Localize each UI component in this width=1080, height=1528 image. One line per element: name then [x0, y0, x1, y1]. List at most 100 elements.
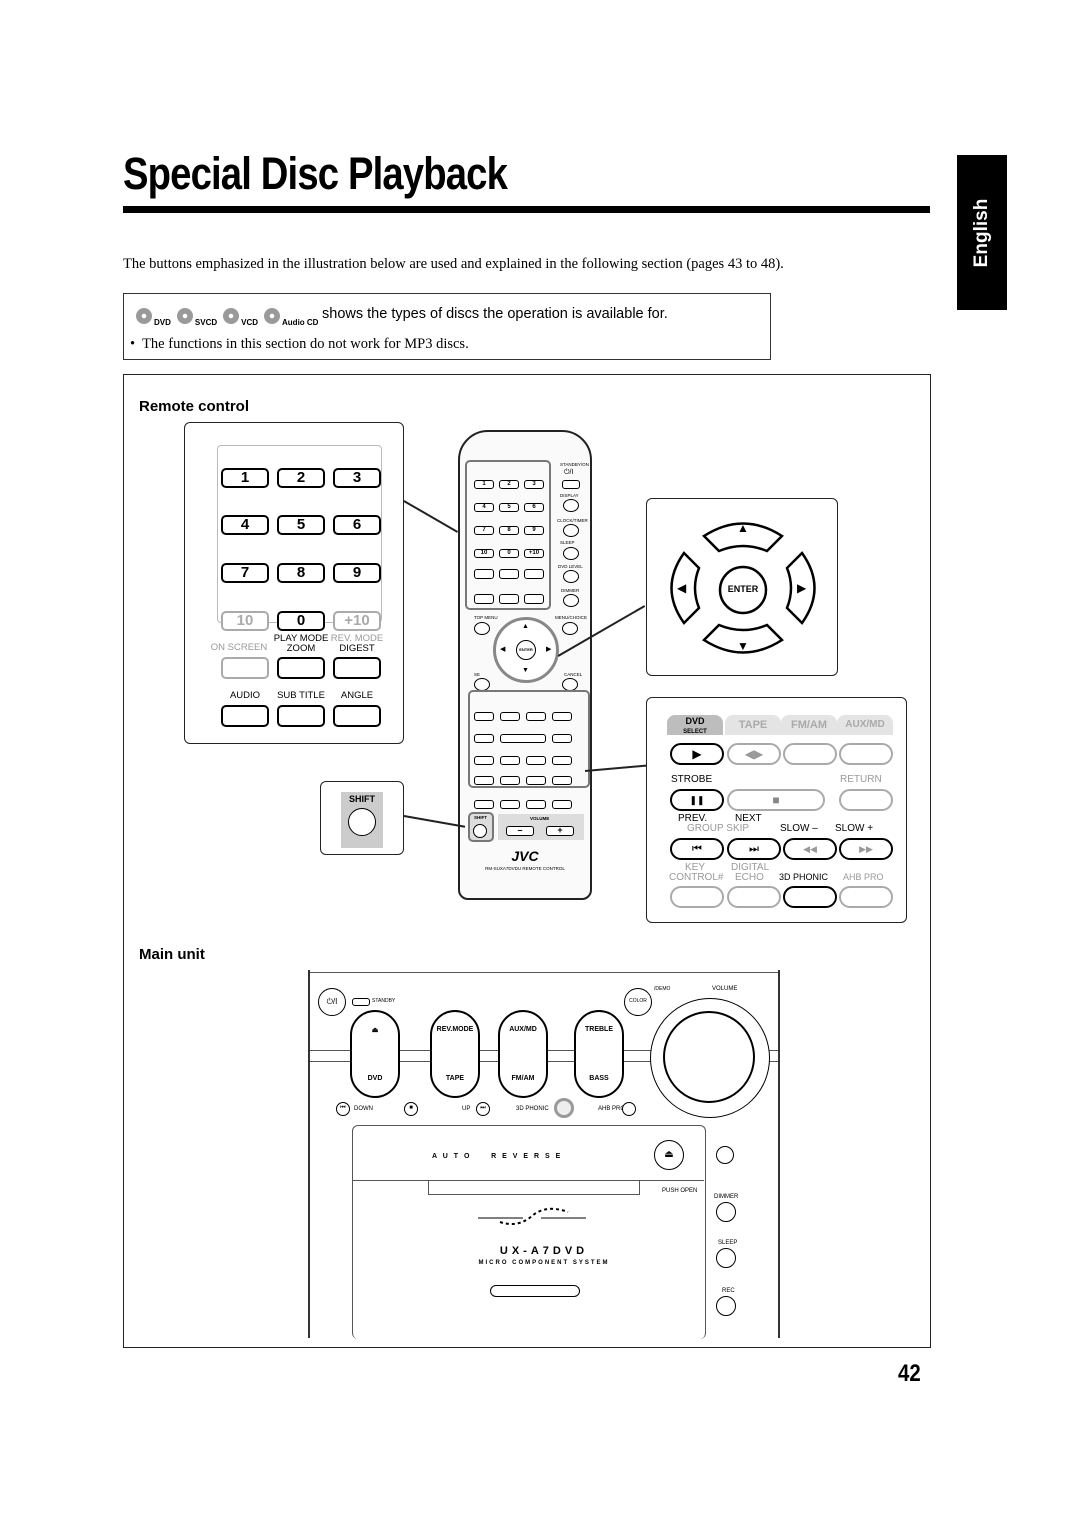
- tape-eject-button[interactable]: ⏏: [654, 1140, 684, 1170]
- remote-digit-7[interactable]: 7: [474, 526, 494, 535]
- rev-mode-tape-button[interactable]: REV.MODE TAPE: [430, 1010, 480, 1098]
- remote-digit-9[interactable]: 9: [524, 526, 544, 535]
- remote-next[interactable]: [500, 756, 520, 765]
- audio-button[interactable]: [221, 705, 269, 727]
- color-button[interactable]: COLOR: [624, 988, 652, 1016]
- digit-0-button[interactable]: 0: [277, 611, 325, 631]
- digit-2-button[interactable]: 2: [277, 468, 325, 488]
- digit-10-button[interactable]: 10: [221, 611, 269, 631]
- remote-digit-8[interactable]: 8: [499, 526, 519, 535]
- stop-button[interactable]: ■: [727, 789, 825, 811]
- remote-top-menu-button[interactable]: [474, 622, 490, 635]
- digital-echo-button[interactable]: [727, 886, 781, 908]
- dvd-eject-button[interactable]: ⏏ DVD: [350, 1010, 400, 1098]
- remote-slow-minus[interactable]: [526, 756, 546, 765]
- remote-extra-3[interactable]: [526, 800, 546, 809]
- 3d-phonic-button[interactable]: [783, 886, 837, 908]
- remote-standby-button[interactable]: [562, 480, 580, 489]
- remote-slow-plus[interactable]: [552, 756, 572, 765]
- remote-fm-am[interactable]: [526, 712, 546, 721]
- remote-extra-4[interactable]: [552, 800, 572, 809]
- remote-angle[interactable]: [524, 594, 544, 604]
- remote-volume-down[interactable]: –: [506, 826, 534, 836]
- remote-pause[interactable]: [474, 734, 494, 743]
- remote-right-arrow-icon[interactable]: ▶: [546, 645, 551, 653]
- remote-menu-choice-button[interactable]: [562, 622, 578, 635]
- fm-am-button[interactable]: [783, 743, 837, 765]
- next-button[interactable]: ⏭: [727, 838, 781, 860]
- remote-digit-6[interactable]: 6: [524, 503, 544, 512]
- remote-dimmer-button[interactable]: [563, 594, 579, 607]
- ahb-pro-unit-button[interactable]: [622, 1102, 636, 1116]
- remote-key-control[interactable]: [474, 776, 494, 785]
- remote-volume-up[interactable]: +: [546, 826, 574, 836]
- remote-extra-2[interactable]: [500, 800, 520, 809]
- remote-digest[interactable]: [524, 569, 544, 579]
- remote-dpad[interactable]: ENTER ▲ ▼ ◀ ▶: [493, 617, 559, 683]
- remote-digit-1[interactable]: 1: [474, 480, 494, 489]
- dimmer-button[interactable]: [716, 1202, 736, 1222]
- zoom-button[interactable]: [277, 657, 325, 679]
- down-button[interactable]: ⏮: [336, 1102, 350, 1116]
- remote-tape[interactable]: [500, 712, 520, 721]
- up-button[interactable]: ⏭: [476, 1102, 490, 1116]
- digit-6-button[interactable]: 6: [333, 515, 381, 535]
- remote-digit-5[interactable]: 5: [499, 503, 519, 512]
- 3d-phonic-unit-button[interactable]: [554, 1098, 574, 1118]
- remote-up-arrow-icon[interactable]: ▲: [522, 623, 529, 630]
- digit-8-button[interactable]: 8: [277, 563, 325, 583]
- dvd-play-button[interactable]: ▶: [670, 743, 724, 765]
- digit-9-button[interactable]: 9: [333, 563, 381, 583]
- digit-1-button[interactable]: 1: [221, 468, 269, 488]
- slow-plus-button[interactable]: ▶▶: [839, 838, 893, 860]
- remote-sub-title[interactable]: [499, 594, 519, 604]
- remote-left-arrow-icon[interactable]: ◀: [500, 645, 505, 653]
- remote-ahb-pro[interactable]: [552, 776, 572, 785]
- aux-md-button[interactable]: [839, 743, 893, 765]
- stop-unit-button[interactable]: ■: [404, 1102, 418, 1116]
- remote-prev[interactable]: [474, 756, 494, 765]
- remote-zoom[interactable]: [499, 569, 519, 579]
- digit-7-button[interactable]: 7: [221, 563, 269, 583]
- slow-minus-button[interactable]: ◀◀: [783, 838, 837, 860]
- remote-digit-0[interactable]: 0: [499, 549, 519, 558]
- remote-aux-md[interactable]: [552, 712, 572, 721]
- plus-10-button[interactable]: +10: [333, 611, 381, 631]
- ahb-pro-button[interactable]: [839, 886, 893, 908]
- shift-button[interactable]: [348, 808, 376, 836]
- digit-3-button[interactable]: 3: [333, 468, 381, 488]
- sub-title-button[interactable]: [277, 705, 325, 727]
- return-button[interactable]: [839, 789, 893, 811]
- remote-audio[interactable]: [474, 594, 494, 604]
- digit-4-button[interactable]: 4: [221, 515, 269, 535]
- remote-clock-timer-button[interactable]: [563, 524, 579, 537]
- aux-fm-button[interactable]: AUX/MD FM/AM: [498, 1010, 548, 1098]
- remote-dvd-level-button[interactable]: [563, 570, 579, 583]
- remote-extra-1[interactable]: [474, 800, 494, 809]
- remote-stop[interactable]: [500, 734, 546, 743]
- remote-digit-4[interactable]: 4: [474, 503, 494, 512]
- remote-display-button[interactable]: [563, 499, 579, 512]
- prev-button[interactable]: ⏮: [670, 838, 724, 860]
- pause-button[interactable]: ❚❚: [670, 789, 724, 811]
- rec-button[interactable]: [716, 1296, 736, 1316]
- remote-dvd-play[interactable]: [474, 712, 494, 721]
- volume-knob[interactable]: [650, 998, 770, 1118]
- remote-3d-phonic[interactable]: [526, 776, 546, 785]
- digit-5-button[interactable]: 5: [277, 515, 325, 535]
- remote-digital-echo[interactable]: [500, 776, 520, 785]
- remote-shift-button[interactable]: [473, 824, 487, 838]
- treble-bass-button[interactable]: TREBLE BASS: [574, 1010, 624, 1098]
- on-screen-button[interactable]: [221, 657, 269, 679]
- remote-digit-3[interactable]: 3: [524, 480, 544, 489]
- remote-digit-2[interactable]: 2: [499, 480, 519, 489]
- remote-enter-button[interactable]: ENTER: [516, 640, 536, 660]
- remote-plus-10[interactable]: +10: [524, 549, 544, 558]
- remote-return[interactable]: [552, 734, 572, 743]
- remote-on-screen[interactable]: [474, 569, 494, 579]
- key-control-button[interactable]: [670, 886, 724, 908]
- angle-button[interactable]: [333, 705, 381, 727]
- remote-sleep-button[interactable]: [563, 547, 579, 560]
- remote-digit-10[interactable]: 10: [474, 549, 494, 558]
- power-button[interactable]: ⏻/I: [318, 988, 346, 1016]
